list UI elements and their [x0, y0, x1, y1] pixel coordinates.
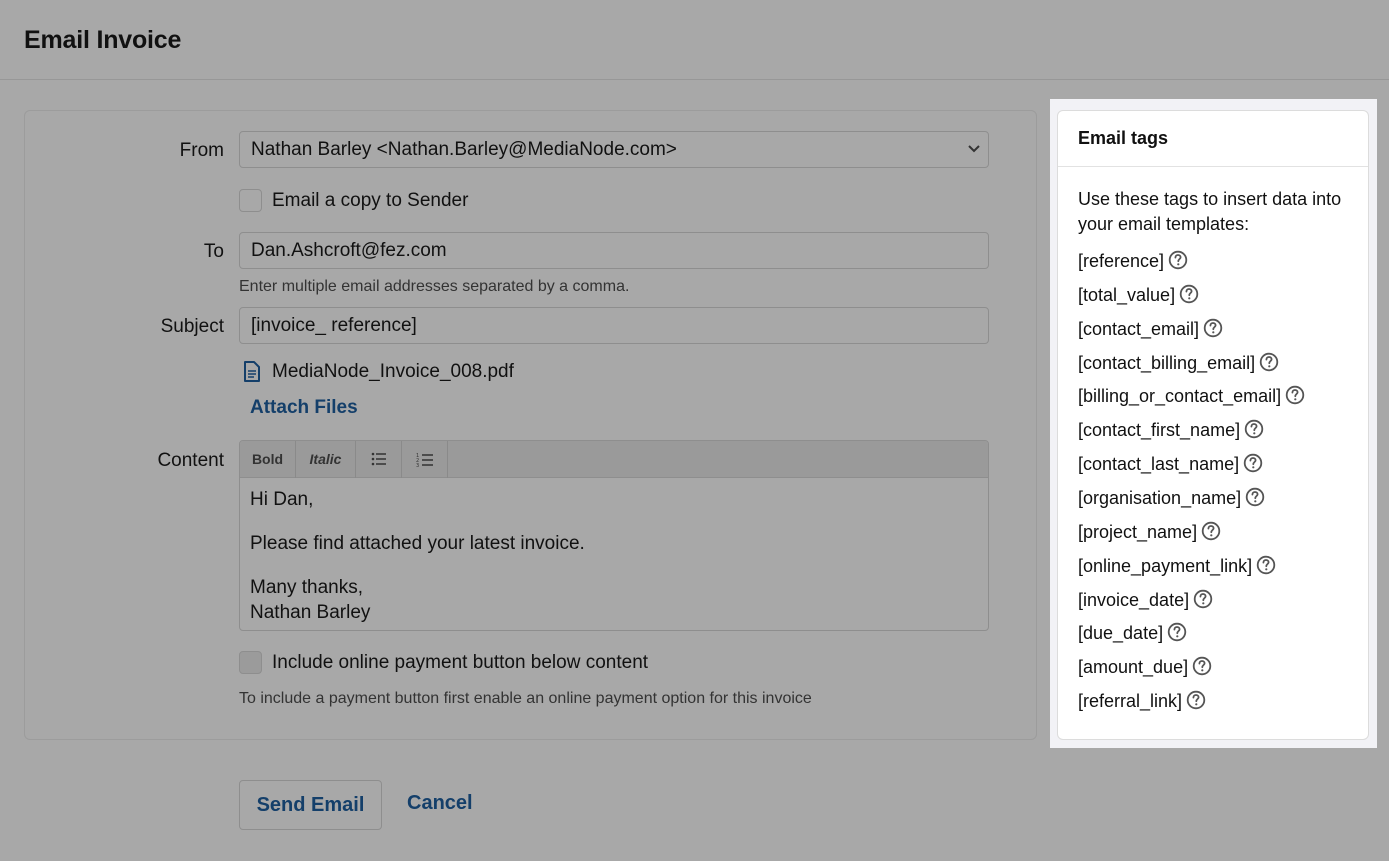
chevron-down-icon — [968, 145, 980, 153]
help-circle-icon[interactable] — [1203, 318, 1223, 338]
copy-to-sender-label: Email a copy to Sender — [272, 190, 469, 211]
email-tag-item[interactable]: [contact_email] — [1078, 318, 1223, 340]
subject-value: [invoice_ reference] — [251, 315, 417, 336]
numbered-list-icon: 1 2 3 — [416, 453, 433, 469]
help-circle-icon[interactable] — [1245, 487, 1265, 507]
numbered-list-button[interactable]: 1 2 3 — [402, 441, 448, 478]
page-title: Email Invoice — [24, 26, 182, 54]
email-tag-item[interactable]: [project_name] — [1078, 521, 1221, 543]
email-tags-title: Email tags — [1078, 128, 1169, 148]
email-tag-label: [contact_email] — [1078, 318, 1200, 339]
email-tag-item[interactable]: [referral_link] — [1078, 690, 1206, 712]
content-line: Nathan Barley — [250, 602, 371, 623]
email-tag-item[interactable]: [amount_due] — [1078, 656, 1212, 678]
email-tag-label: [contact_billing_email] — [1078, 352, 1256, 373]
page-header: Email Invoice — [0, 0, 1389, 80]
email-tag-item[interactable]: [total_value] — [1078, 284, 1199, 306]
subject-label: Subject — [160, 316, 224, 337]
help-circle-icon[interactable] — [1244, 419, 1264, 439]
from-value: Nathan Barley <Nathan.Barley@MediaNode.c… — [251, 139, 677, 160]
to-label: To — [203, 241, 224, 262]
bullet-list-button[interactable] — [356, 441, 402, 478]
email-form — [24, 110, 1037, 740]
email-tag-item[interactable]: [contact_first_name] — [1078, 419, 1264, 441]
cancel-link[interactable]: Cancel — [407, 792, 473, 815]
email-tag-item[interactable]: [due_date] — [1078, 622, 1187, 644]
online-payment-help: To include a payment button first enable… — [239, 690, 812, 707]
help-circle-icon[interactable] — [1186, 690, 1206, 710]
online-payment-label: Include online payment button below cont… — [272, 652, 649, 673]
bullet-list-icon — [371, 452, 386, 466]
help-circle-icon[interactable] — [1256, 555, 1276, 575]
email-tag-label: [billing_or_contact_email] — [1078, 386, 1282, 407]
content-editor[interactable]: Bold Italic 1 2 3 Hi Dan, Please find at… — [239, 440, 989, 631]
help-circle-icon[interactable] — [1192, 656, 1212, 676]
email-tag-item[interactable]: [invoice_date] — [1078, 589, 1213, 611]
content-line: Please find attached your latest invoice… — [250, 533, 585, 554]
attachment-filename[interactable]: MediaNode_Invoice_008.pdf — [272, 361, 514, 383]
attach-files-link[interactable]: Attach Files — [250, 397, 358, 419]
email-tag-label: [invoice_date] — [1078, 589, 1190, 610]
content-label: Content — [157, 450, 224, 471]
email-tags-intro: Use these tags to insert data into your … — [1078, 189, 1342, 234]
content-line: Hi Dan, — [250, 489, 314, 510]
bold-button[interactable]: Bold — [240, 441, 296, 478]
to-value: Dan.Ashcroft@fez.com — [251, 240, 447, 261]
email-tag-item[interactable]: [contact_billing_email] — [1078, 352, 1279, 374]
help-circle-icon[interactable] — [1259, 352, 1279, 372]
to-help-text: Enter multiple email addresses separated… — [239, 278, 630, 295]
editor-content[interactable]: Hi Dan, Please find attached your latest… — [250, 487, 585, 625]
online-payment-checkbox[interactable] — [239, 651, 262, 674]
help-circle-icon[interactable] — [1179, 284, 1199, 304]
send-email-button[interactable]: Send Email — [239, 780, 382, 830]
help-circle-icon[interactable] — [1201, 521, 1221, 541]
content-line: Many thanks, — [250, 577, 363, 598]
editor-toolbar: Bold Italic 1 2 3 — [240, 441, 988, 478]
document-icon — [244, 361, 260, 382]
email-tag-label: [contact_first_name] — [1078, 420, 1241, 441]
svg-text:3: 3 — [416, 463, 419, 467]
help-circle-icon[interactable] — [1168, 250, 1188, 270]
email-tag-label: [organisation_name] — [1078, 487, 1242, 508]
email-tag-item[interactable]: [contact_last_name] — [1078, 453, 1263, 475]
email-tags-header: Email tags — [1058, 111, 1368, 167]
help-circle-icon[interactable] — [1193, 589, 1213, 609]
email-tag-label: [referral_link] — [1078, 691, 1183, 712]
email-tag-label: [online_payment_link] — [1078, 555, 1253, 576]
subject-input[interactable]: [invoice_ reference] — [239, 307, 989, 344]
email-tag-label: [amount_due] — [1078, 657, 1189, 678]
to-input[interactable]: Dan.Ashcroft@fez.com — [239, 232, 989, 269]
email-tag-item[interactable]: [billing_or_contact_email] — [1078, 385, 1305, 407]
italic-button[interactable]: Italic — [296, 441, 356, 478]
from-label: From — [179, 140, 224, 161]
copy-to-sender-checkbox[interactable] — [239, 189, 262, 212]
email-tag-label: [total_value] — [1078, 284, 1176, 305]
email-tag-item[interactable]: [organisation_name] — [1078, 487, 1265, 509]
email-tag-label: [project_name] — [1078, 521, 1198, 542]
help-circle-icon[interactable] — [1243, 453, 1263, 473]
email-tag-label: [due_date] — [1078, 623, 1164, 644]
email-tag-item[interactable]: [online_payment_link] — [1078, 555, 1276, 577]
help-circle-icon[interactable] — [1167, 622, 1187, 642]
help-circle-icon[interactable] — [1285, 385, 1305, 405]
email-tag-label: [contact_last_name] — [1078, 454, 1240, 475]
email-tags-panel: Email tags Use these tags to insert data… — [1050, 99, 1377, 748]
email-tag-label: [reference] — [1078, 251, 1165, 271]
email-tags-card: Email tags Use these tags to insert data… — [1057, 110, 1369, 740]
from-select[interactable]: Nathan Barley <Nathan.Barley@MediaNode.c… — [239, 131, 989, 168]
email-tag-item[interactable]: [reference] — [1078, 250, 1188, 272]
